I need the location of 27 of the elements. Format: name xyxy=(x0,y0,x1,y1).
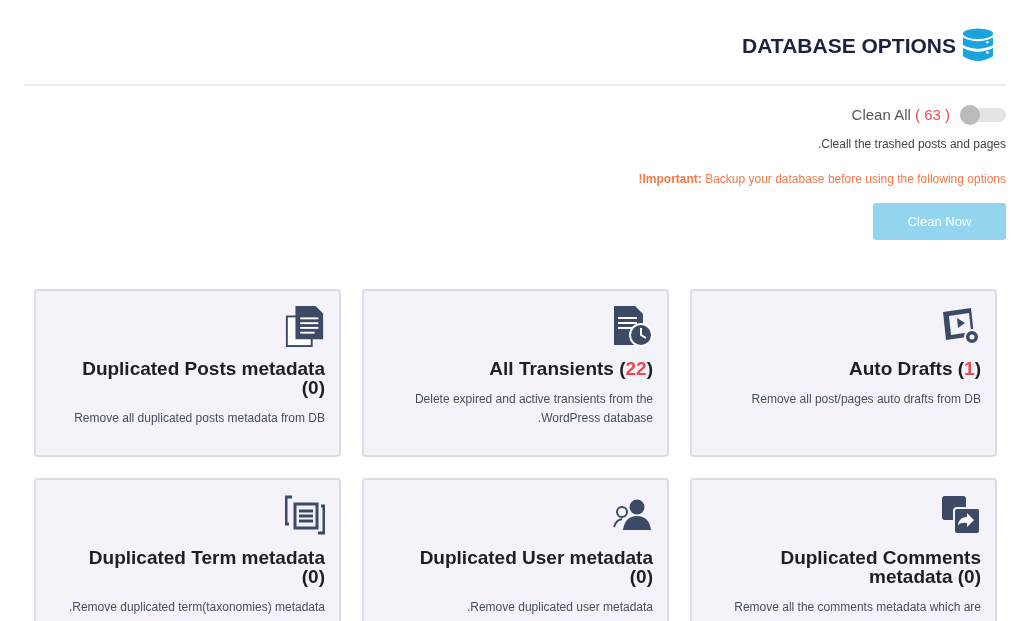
card-title: All Transients (22) xyxy=(489,359,653,378)
card-title: Auto Drafts (1) xyxy=(849,359,981,378)
card-description: .Remove duplicated term(taxonomies) metadata xyxy=(68,599,325,616)
option-card[interactable]: All Transients (22) Delete expired and active transients from the .WordPress database xyxy=(362,289,669,457)
option-card[interactable]: Duplicated Posts metadata (0) Remove all duplicated posts metadata from DB xyxy=(34,289,341,457)
document-clock-icon xyxy=(613,305,653,347)
card-title: Duplicated Comments metadata (0) xyxy=(779,548,981,586)
card-description: Delete expired and active transients from the .WordPress database xyxy=(413,391,653,427)
card-description: Remove all duplicated posts metadata from DB xyxy=(74,410,325,427)
option-card[interactable]: Duplicated User metadata (0) .Remove duplicated user metadata xyxy=(362,478,669,621)
card-title: Duplicated User metadata (0) xyxy=(418,548,653,586)
note-text: .Cleall the trashed posts and pages xyxy=(817,137,1006,151)
option-card[interactable]: Auto Drafts (1) Remove all post/pages auto drafts from DB xyxy=(690,289,997,457)
card-description: Remove all the comments metadata which are xyxy=(734,599,981,616)
clean-all-label: Clean All ( 63 ) xyxy=(851,106,950,123)
documents-icon xyxy=(285,305,325,347)
list-icon xyxy=(285,494,325,536)
option-card[interactable]: Duplicated Comments metadata (0) Remove all the comments metadata which are xyxy=(690,478,997,621)
page-title: DATABASE OPTIONS xyxy=(742,34,956,58)
card-title: Duplicated Term metadata (0) xyxy=(87,548,325,586)
card-title: Duplicated Posts metadata (0) xyxy=(81,359,325,397)
option-card[interactable]: Duplicated Term metadata (0) .Remove duplicated term(taxonomies) metadata xyxy=(34,478,341,621)
card-description: Remove all post/pages auto drafts from DB xyxy=(751,391,981,408)
clean-all-toggle[interactable] xyxy=(960,107,1006,122)
warning-text: !Important: Backup your database before using the following options xyxy=(638,172,1006,186)
card-description: .Remove duplicated user metadata xyxy=(466,599,653,616)
squares-arrow-icon xyxy=(941,494,981,536)
